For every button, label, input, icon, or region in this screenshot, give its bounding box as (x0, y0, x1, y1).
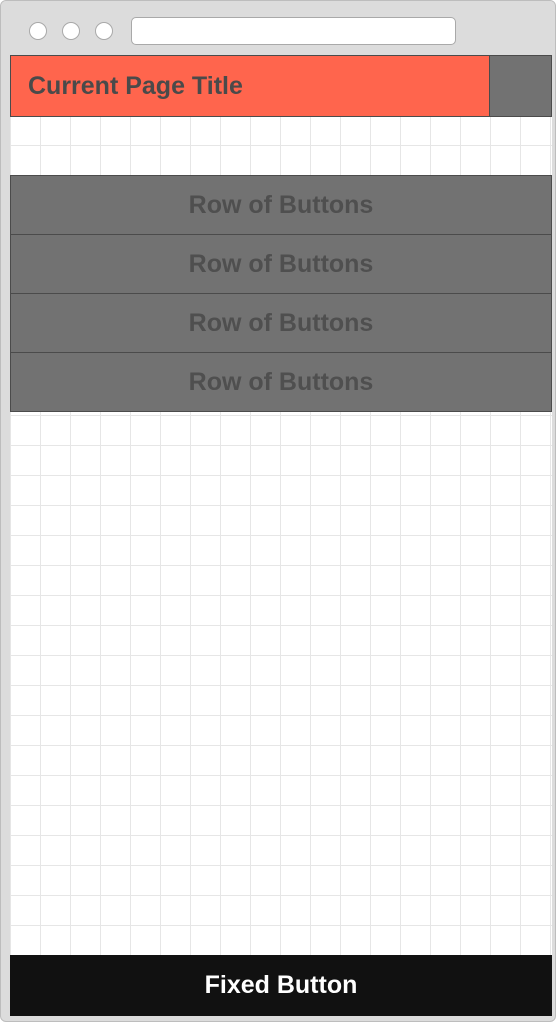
browser-window: Current Page Title Row of Buttons Row of… (0, 0, 556, 1022)
row-of-buttons[interactable]: Row of Buttons (10, 352, 552, 412)
row-of-buttons[interactable]: Row of Buttons (10, 175, 552, 235)
row-of-buttons[interactable]: Row of Buttons (10, 293, 552, 353)
fixed-button[interactable]: Fixed Button (10, 955, 552, 1016)
maximize-window-button[interactable] (95, 22, 113, 40)
browser-titlebar (1, 1, 555, 55)
page-header: Current Page Title (10, 55, 552, 117)
minimize-window-button[interactable] (62, 22, 80, 40)
page-viewport: Current Page Title Row of Buttons Row of… (10, 55, 552, 1016)
button-rows: Row of Buttons Row of Buttons Row of But… (10, 175, 552, 412)
header-menu-button[interactable] (490, 55, 552, 117)
page-title: Current Page Title (10, 55, 490, 117)
close-window-button[interactable] (29, 22, 47, 40)
url-bar[interactable] (131, 17, 456, 45)
row-of-buttons[interactable]: Row of Buttons (10, 234, 552, 294)
